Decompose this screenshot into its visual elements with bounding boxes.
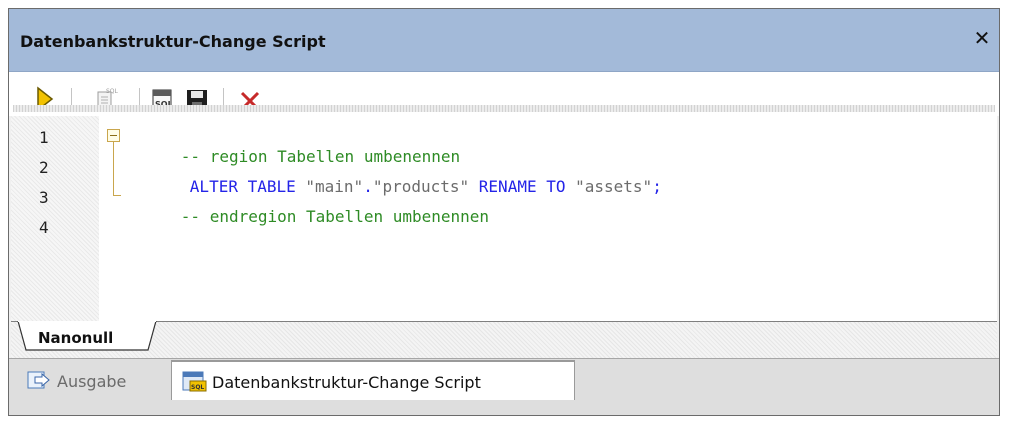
tab-ausgabe[interactable]: Ausgabe xyxy=(17,361,167,401)
region-fold-end xyxy=(113,195,121,196)
tab-label: Datenbankstruktur-Change Script xyxy=(212,373,481,392)
output-icon xyxy=(27,371,50,389)
line-number: 1 xyxy=(39,128,49,147)
close-button[interactable]: ✕ xyxy=(971,27,993,49)
change-script-window: Datenbankstruktur-Change Script ✕ SQL 1 … xyxy=(8,8,1000,416)
code-editor[interactable]: 1 2 3 4 -- region Tabellen umbenennen AL… xyxy=(11,116,997,321)
tab-nanonull[interactable]: Nanonull xyxy=(17,321,157,352)
document-tab-bar: Nanonull xyxy=(11,321,997,358)
tab-change-script[interactable]: SQL Datenbankstruktur-Change Script xyxy=(171,360,575,400)
tab-label: Nanonull xyxy=(38,329,114,347)
line-number: 4 xyxy=(39,218,49,237)
line-number-gutter: 1 2 3 4 xyxy=(11,116,99,321)
tab-label: Ausgabe xyxy=(57,372,127,391)
code-string: "assets" xyxy=(575,177,653,196)
code-line-3: -- endregion Tabellen umbenennen xyxy=(123,188,489,245)
svg-text:SQL: SQL xyxy=(191,384,204,391)
svg-text:SQL: SQL xyxy=(106,88,119,95)
window-title: Datenbankstruktur-Change Script xyxy=(20,32,326,51)
toolbar-grip xyxy=(13,105,995,112)
sql-script-icon: SQL xyxy=(182,371,207,392)
line-number: 3 xyxy=(39,188,49,207)
line-number: 2 xyxy=(39,158,49,177)
collapse-region-icon[interactable] xyxy=(107,129,120,142)
bottom-panel-tabs: Ausgabe SQL Datenbankstruktur-Change Scr… xyxy=(9,358,999,415)
code-comment: -- endregion Tabellen umbenennen xyxy=(180,207,490,226)
region-fold-line xyxy=(113,142,114,196)
code-punct: ; xyxy=(652,177,662,196)
title-bar: Datenbankstruktur-Change Script ✕ xyxy=(9,9,999,72)
